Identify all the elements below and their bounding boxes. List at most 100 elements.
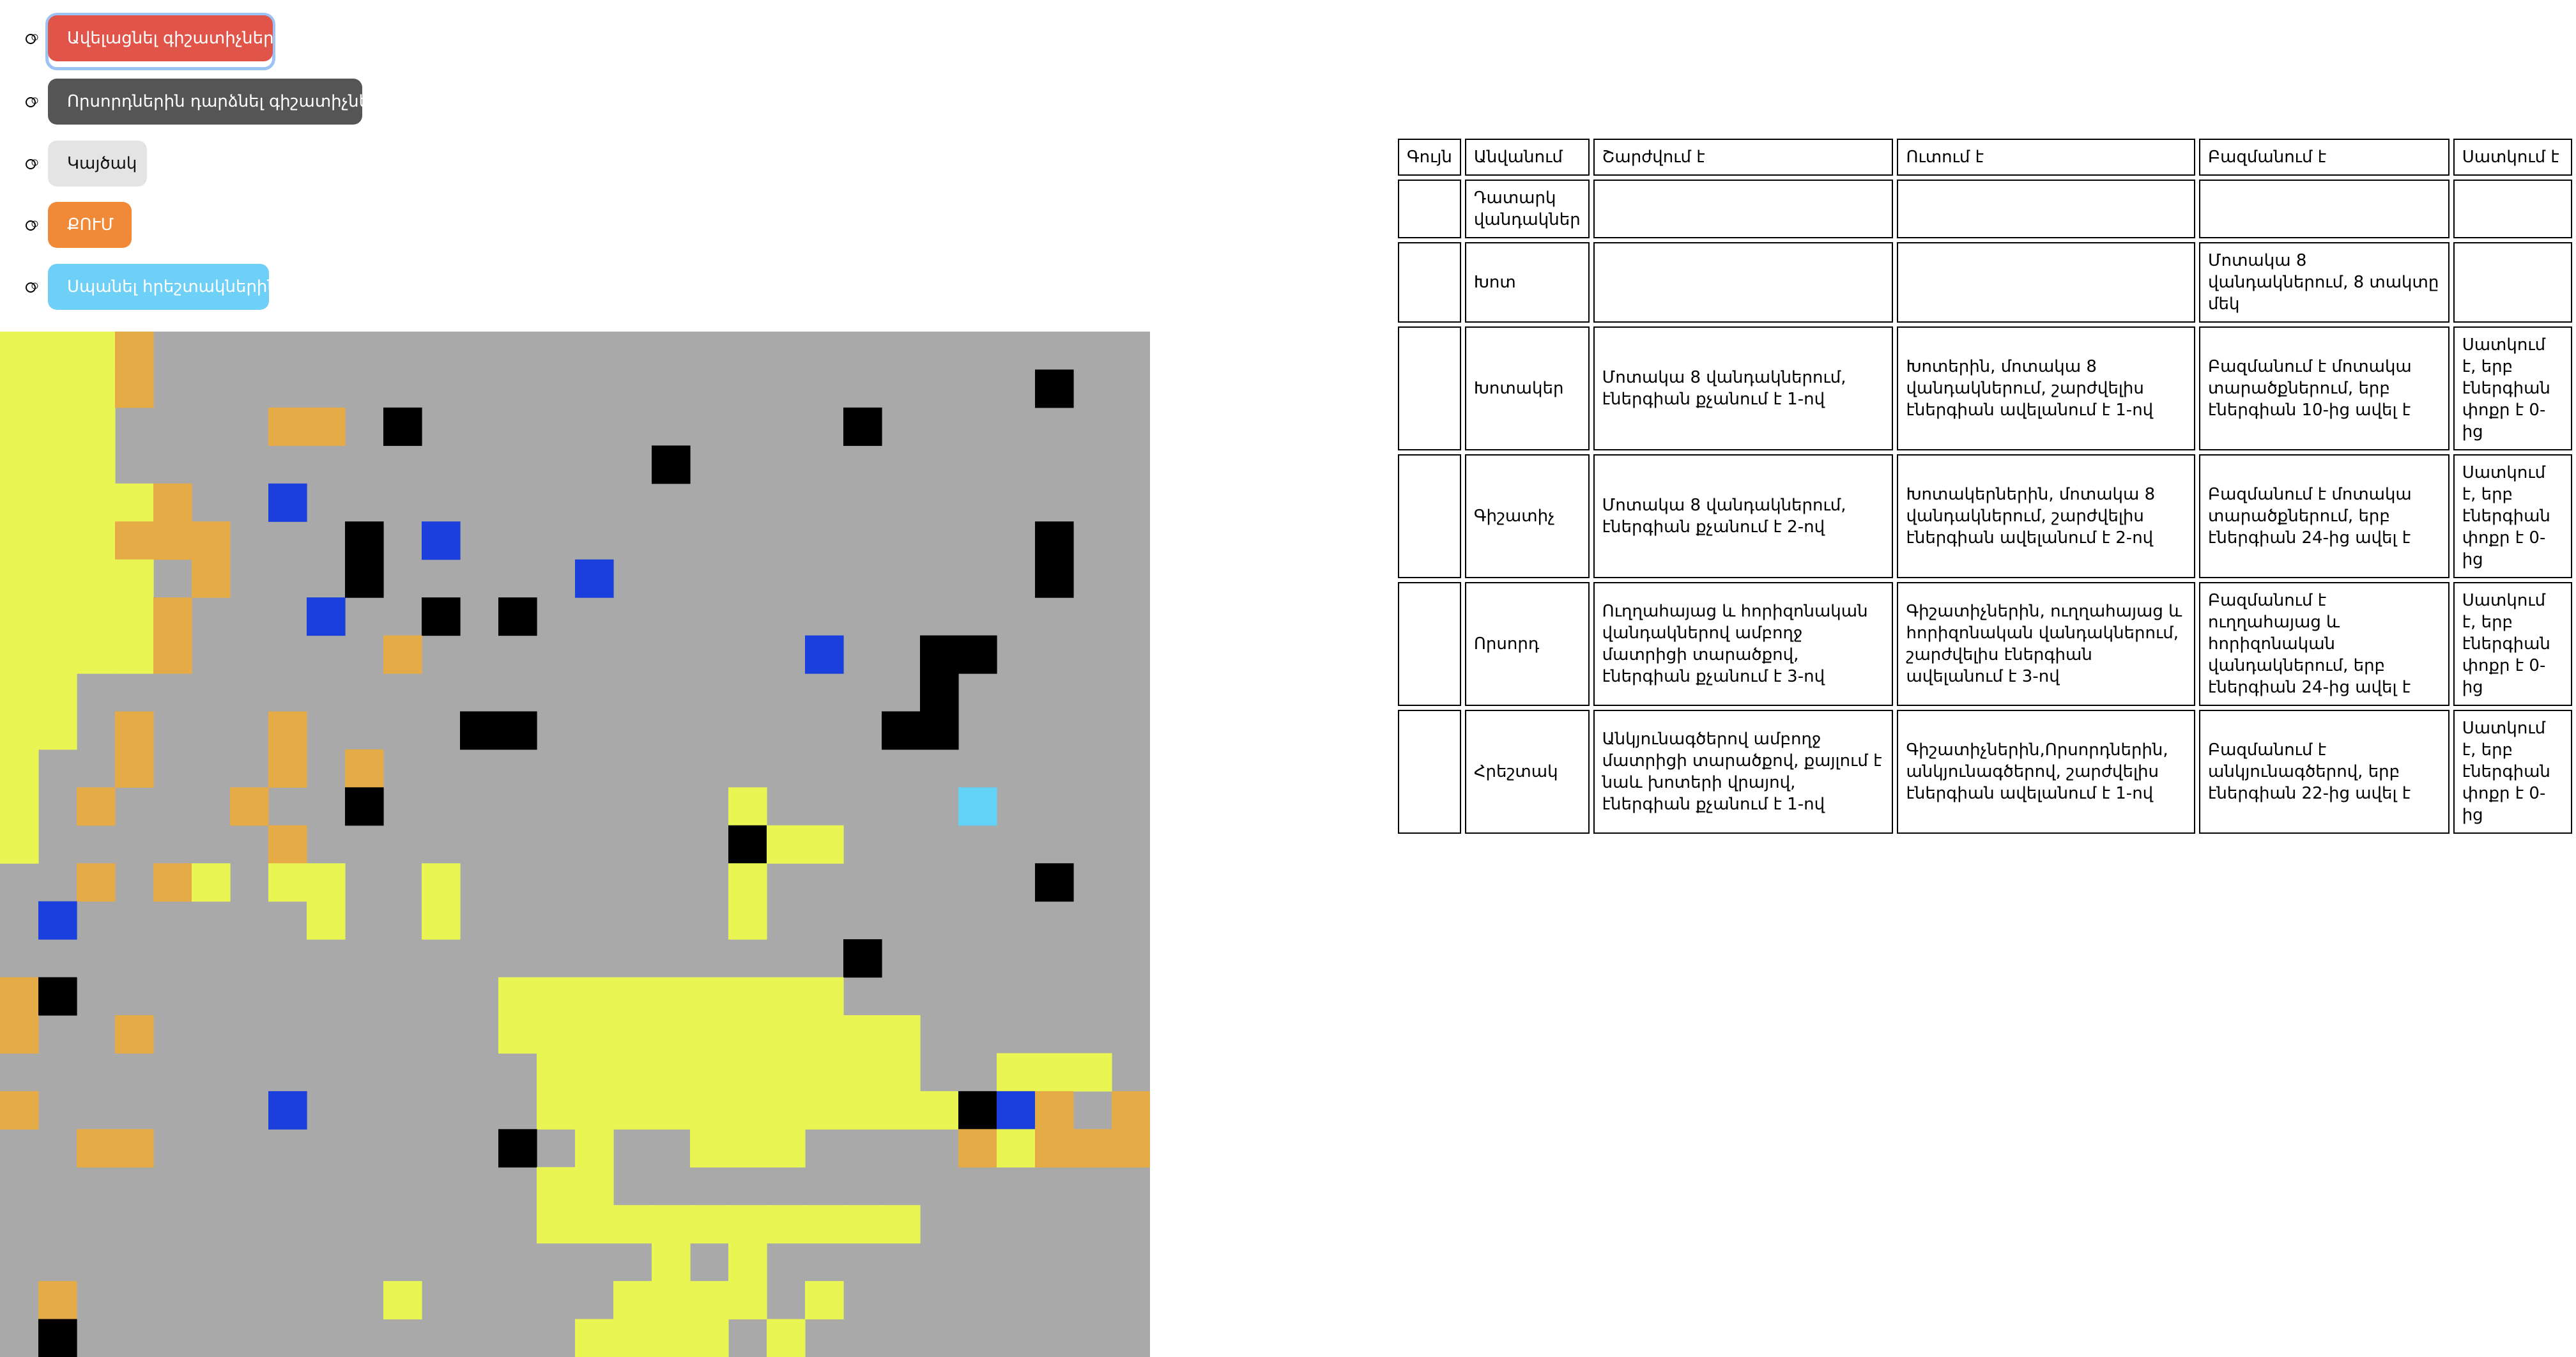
row-name: Դատարկ վանդակներ: [1464, 180, 1590, 238]
grid-cell-grass: [767, 1053, 806, 1092]
grid-cell-hunter: [38, 977, 77, 1016]
grid-cell-grass: [38, 673, 77, 712]
row-dies: Սատկում է, երբ էներգիան փոքր է 0-ից: [2453, 582, 2572, 706]
grid-cell-grass: [767, 825, 806, 864]
grid-cell-grass: [307, 901, 346, 940]
header-multiplies: Բազմանում է: [2199, 139, 2450, 176]
swatch-cell: [1398, 180, 1461, 238]
row-multiplies: Բազմանում է մոտակա տարածքներում, երբ էնե…: [2199, 326, 2450, 450]
grid-cell-herbivore: [153, 597, 192, 636]
grid-cell-grass: [652, 977, 691, 1016]
grid-cell-grass: [77, 369, 116, 408]
row-dies: [2453, 180, 2572, 238]
grid-cell-grass: [0, 332, 39, 371]
grid-cell-grass: [652, 1053, 691, 1092]
row-multiplies: Բազմանում է մոտակա տարածքներում, երբ էնե…: [2199, 454, 2450, 578]
kill-angels-button[interactable]: Սպանել հրեշտակներին: [48, 264, 278, 310]
grid-cell-angel: [958, 787, 997, 826]
grid-cell-grass: [767, 1015, 806, 1054]
grid-cell-herbivore: [268, 749, 307, 788]
grid-cell-grass: [575, 1205, 614, 1244]
grid-cell-grass: [537, 1091, 576, 1130]
grid-cell-grass: [498, 1015, 537, 1054]
grid-cell-grass: [38, 332, 77, 371]
grid-cell-grass: [690, 1129, 729, 1168]
row-name: Գիշատիչ: [1464, 454, 1590, 578]
grid-cell-hunter: [1035, 369, 1074, 408]
grid-cell-grass: [77, 332, 116, 371]
grid-cell-grass: [575, 977, 614, 1016]
grid-cell-herbivore: [153, 521, 192, 560]
grid-cell-herbivore: [958, 1129, 997, 1168]
add-predators-button[interactable]: Ավելացնել գիշատիչներ: [48, 15, 274, 61]
grid-cell-blue: [268, 483, 307, 522]
control-item-add-predators: Ավելացնել գիշատիչներ: [26, 13, 275, 70]
row-moves: Անկյունագծերով ամբողջ մատրիցի տարածքով, …: [1593, 710, 1894, 834]
grid-cell-grass: [805, 1053, 844, 1092]
grid-cell-grass: [77, 635, 116, 674]
grid-cell-grass: [728, 1015, 767, 1054]
kum-button[interactable]: ՔՈՒՄ: [48, 202, 132, 248]
row-eats: Խոտերին, մոտակա 8 վանդակներում, շարժվելի…: [1897, 326, 2196, 450]
grid-cell-hunter: [38, 1319, 77, 1357]
grid-cell-grass: [38, 407, 77, 446]
row-multiplies: Մոտակա 8 վանդակներում, 8 տակտը մեկ: [2199, 242, 2450, 323]
grid-cell-herbivore: [77, 863, 116, 902]
grid-cell-grass: [690, 1091, 729, 1130]
grid-cell-grass: [422, 863, 461, 902]
grid-cell-herbivore: [307, 407, 346, 446]
grid-cell-hunter: [1035, 559, 1074, 598]
grid-cell-grass: [38, 635, 77, 674]
grid-cell-grass: [690, 1281, 729, 1320]
grid-cell-grass: [613, 1053, 652, 1092]
legend-row-grass: Խոտ Մոտակա 8 վանդակներում, 8 տակտը մեկ: [1398, 242, 2572, 323]
grid-cell-grass: [0, 787, 39, 826]
grid-cell-grass: [805, 1205, 844, 1244]
simulation-grid[interactable]: [0, 332, 1150, 1357]
grid-cell-grass: [728, 1091, 767, 1130]
grid-cell-grass: [0, 711, 39, 750]
grid-cell-blue: [422, 521, 461, 560]
grid-cell-grass: [38, 597, 77, 636]
grid-cell-hunter: [345, 787, 384, 826]
grid-cell-grass: [728, 1281, 767, 1320]
lightning-button[interactable]: Կայծակ: [48, 141, 147, 187]
grid-cell-grass: [0, 369, 39, 408]
grid-cell-hunter: [882, 711, 921, 750]
grid-cell-grass: [843, 1205, 882, 1244]
header-dies: Սատկում է: [2453, 139, 2572, 176]
grid-cell-herbivore: [0, 977, 39, 1016]
hunters-to-predators-button[interactable]: Որսորդներին դարձնել գիշատիչներ: [48, 79, 380, 125]
grid-cell-herbivore: [1073, 1129, 1112, 1168]
grid-cell-grass: [0, 597, 39, 636]
grid-cell-grass: [77, 407, 116, 446]
swatch-cell: [1398, 582, 1461, 706]
grid-cell-grass: [728, 901, 767, 940]
grid-cell-grass: [728, 863, 767, 902]
grid-cell-grass: [307, 863, 346, 902]
grid-cell-grass: [38, 521, 77, 560]
grid-cell-herbivore: [1035, 1129, 1074, 1168]
grid-cell-herbivore: [77, 787, 116, 826]
grid-cell-grass: [728, 1129, 767, 1168]
grid-cell-herbivore: [115, 749, 154, 788]
grid-cell-grass: [882, 1053, 921, 1092]
grid-cell-grass: [882, 1091, 921, 1130]
grid-cell-grass: [1035, 1053, 1074, 1092]
grid-cell-hunter: [843, 407, 882, 446]
grid-cell-herbivore: [0, 1015, 39, 1054]
row-eats: Խոտակերներին, մոտակա 8 վանդակներում, շար…: [1897, 454, 2196, 578]
grid-cell-herbivore: [268, 407, 307, 446]
grid-cell-grass: [0, 483, 39, 522]
grid-cell-grass: [882, 1015, 921, 1054]
grid-cell-grass: [728, 1053, 767, 1092]
row-moves: Ուղղահայաց և հորիզոնական վանդակներով ամբ…: [1593, 582, 1894, 706]
grid-cell-grass: [613, 1015, 652, 1054]
grid-cell-herbivore: [115, 521, 154, 560]
grid-cell-grass: [997, 1129, 1036, 1168]
header-name: Անվանում: [1464, 139, 1590, 176]
grid-cell-grass: [0, 635, 39, 674]
grid-cell-hunter: [383, 407, 422, 446]
row-dies: Սատկում է, երբ էներգիան փոքր է 0-ից: [2453, 454, 2572, 578]
grid-cell-hunter: [920, 673, 959, 712]
